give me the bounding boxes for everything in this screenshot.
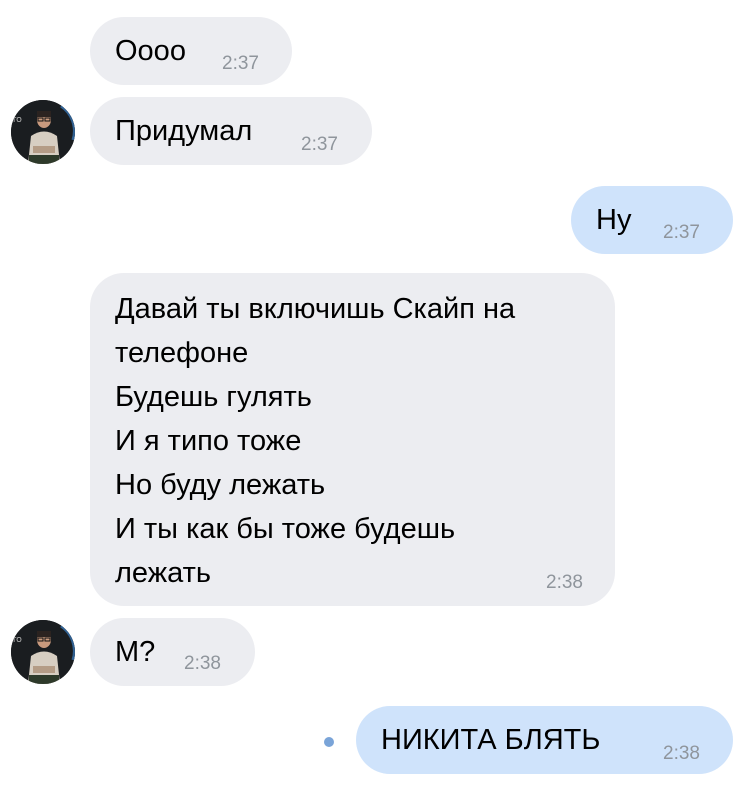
message-text: Оооо: [115, 35, 186, 67]
unread-indicator-icon: [324, 737, 334, 747]
message-bubble-outgoing[interactable]: Ну 2:37: [571, 186, 733, 254]
message-text: Придумал: [115, 115, 253, 147]
message-time: 2:38: [184, 653, 221, 674]
avatar-sign-text: ТО: [11, 636, 22, 644]
avatar-portrait: ТО: [11, 620, 75, 684]
user-avatar-icon[interactable]: ТО: [11, 620, 75, 684]
message-text: М?: [115, 636, 156, 668]
message-bubble-incoming[interactable]: Придумал 2:37: [90, 97, 372, 165]
message-text-line: Но буду лежать: [115, 469, 326, 501]
message-text: НИКИТА БЛЯТЬ: [381, 724, 601, 756]
message-time: 2:37: [301, 134, 338, 155]
message-time: 2:38: [663, 743, 700, 764]
user-avatar-icon[interactable]: ТО: [11, 100, 75, 164]
avatar-sign-text: ТО: [11, 116, 22, 124]
message-text-line: Будешь гулять: [115, 381, 312, 413]
message-text: Ну: [596, 204, 632, 236]
message-bubble-incoming[interactable]: Давай ты включишь Скайп на телефоне Буде…: [90, 273, 615, 606]
message-time: 2:37: [663, 222, 700, 243]
avatar-portrait: ТО: [11, 100, 75, 164]
message-time: 2:38: [546, 572, 583, 593]
message-bubble-incoming[interactable]: Оооо 2:37: [90, 17, 292, 85]
message-text-line: И я типо тоже: [115, 425, 302, 457]
message-time: 2:37: [222, 53, 259, 74]
message-text-line: телефоне: [115, 337, 249, 369]
message-text-line: лежать: [115, 557, 212, 589]
message-text-line: Давай ты включишь Скайп на: [115, 293, 516, 325]
message-text-line: И ты как бы тоже будешь: [115, 513, 456, 545]
message-bubble-outgoing[interactable]: НИКИТА БЛЯТЬ 2:38: [356, 706, 733, 774]
message-bubble-incoming[interactable]: М? 2:38: [90, 618, 255, 686]
